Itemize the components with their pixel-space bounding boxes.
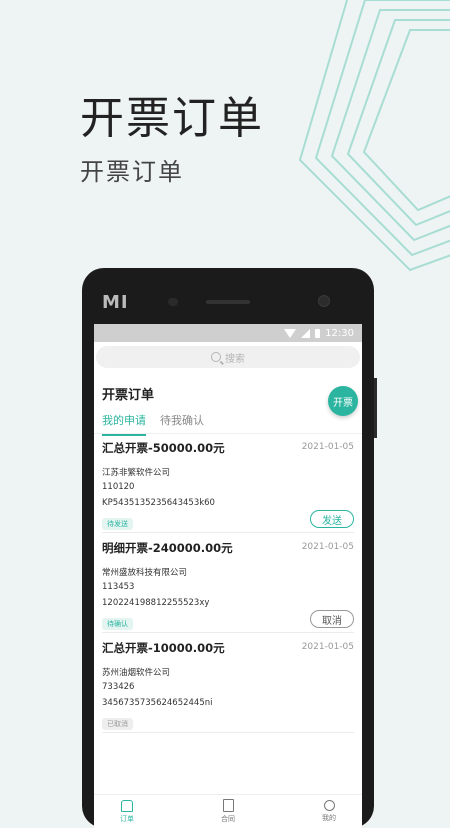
order-company: 常州盛放科技有限公司 — [102, 568, 188, 578]
order-code: 113453 — [102, 582, 135, 592]
search-placeholder: 搜索 — [225, 353, 245, 365]
order-icon — [121, 799, 133, 812]
order-card[interactable]: 明细开票-240000.00元 2021-01-05 常州盛放科技有限公司 11… — [102, 534, 354, 633]
order-date: 2021-01-05 — [301, 542, 354, 552]
create-invoice-button[interactable]: 开票 — [328, 386, 358, 416]
order-card[interactable]: 汇总开票-50000.00元 2021-01-05 江苏非繁软件公司 11012… — [102, 434, 354, 533]
order-date: 2021-01-05 — [301, 442, 354, 452]
order-number: 120224198812255523xy — [102, 598, 210, 608]
phone-frame: MI 12:30 搜索 开票订单 开票 我的申请 待我确认 汇总开票-50000… — [82, 268, 377, 828]
order-code: 733426 — [102, 682, 135, 692]
status-time: 12:30 — [325, 327, 354, 339]
order-title: 明细开票-240000.00元 — [102, 541, 233, 555]
signal-icon — [301, 328, 311, 338]
wifi-icon — [284, 328, 297, 338]
nav-label: 我的 — [322, 814, 336, 822]
search-icon — [211, 352, 221, 362]
order-number: KP5435135235643453k60 — [102, 498, 215, 508]
contract-icon — [222, 799, 234, 812]
bottom-navigation: 订单 合同 我的 — [94, 794, 362, 828]
nav-label: 订单 — [120, 814, 134, 823]
status-badge: 已取消 — [102, 718, 133, 730]
order-card[interactable]: 汇总开票-10000.00元 2021-01-05 苏州油烟软件公司 73342… — [102, 634, 354, 733]
page-title: 开票订单 — [102, 388, 155, 403]
battery-icon — [315, 328, 321, 338]
hero-subtitle: 开票订单 — [80, 158, 184, 186]
side-button — [374, 378, 377, 438]
order-title: 汇总开票-10000.00元 — [102, 641, 225, 655]
order-company: 苏州油烟软件公司 — [102, 668, 171, 678]
decorative-hexagon-lines — [298, 0, 450, 272]
send-button[interactable]: 发送 — [310, 510, 354, 528]
order-company: 江苏非繁软件公司 — [102, 468, 171, 478]
brand-logo: MI — [102, 292, 129, 313]
order-date: 2021-01-05 — [301, 642, 354, 652]
order-title: 汇总开票-50000.00元 — [102, 441, 225, 455]
order-code: 110120 — [102, 482, 135, 492]
phone-screen: 12:30 搜索 开票订单 开票 我的申请 待我确认 汇总开票-50000.00… — [94, 324, 362, 828]
search-input[interactable]: 搜索 — [96, 346, 360, 368]
proximity-sensor — [168, 298, 178, 306]
hero-title: 开票订单 — [80, 93, 264, 144]
nav-label: 合同 — [221, 815, 235, 823]
status-badge: 待发送 — [102, 518, 133, 530]
status-bar: 12:30 — [94, 324, 362, 342]
front-camera — [318, 295, 330, 307]
status-badge: 待确认 — [102, 618, 133, 630]
earpiece-speaker — [206, 300, 250, 304]
cancel-button[interactable]: 取消 — [310, 610, 354, 628]
profile-icon — [323, 800, 335, 811]
order-number: 345673573562465​2445ni — [102, 698, 213, 708]
